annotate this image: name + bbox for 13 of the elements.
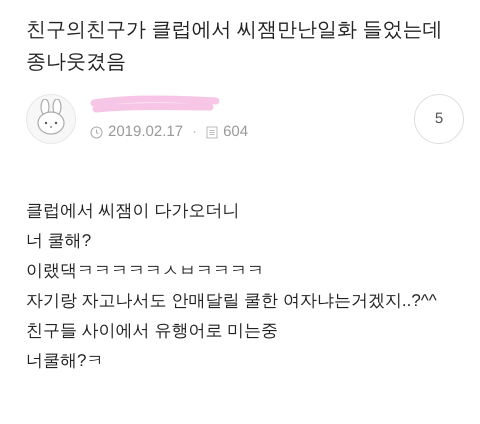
post-date: 2019.02.17 (108, 122, 184, 142)
separator-dot: · (192, 122, 198, 142)
post-text-line: 너쿨해?ㅋ (26, 350, 104, 372)
document-icon (206, 126, 218, 138)
post-text-line: 이랬댁ㅋㅋㅋㅋㅋㅅㅂㅋㅋㅋㅋ (26, 260, 265, 282)
comment-count[interactable]: 5 (414, 94, 464, 144)
view-count: 604 (223, 122, 248, 142)
post-text-line: 자기랑 자고나서도 안매달릴 쿨한 여자냐는거겠지..?^^ (26, 290, 438, 312)
post-text-line: 클럽에서 씨잼이 다가오더니 (26, 200, 240, 222)
post-text-line: 너 쿨해? (26, 230, 92, 252)
clock-icon (90, 126, 103, 138)
post-text-line: 친구들 사이에서 유행어로 미는중 (26, 320, 280, 342)
post-title: 친구의친구가 클럽에서 씨잼만난일화 들었는데 종나웃겼음 (26, 18, 444, 75)
